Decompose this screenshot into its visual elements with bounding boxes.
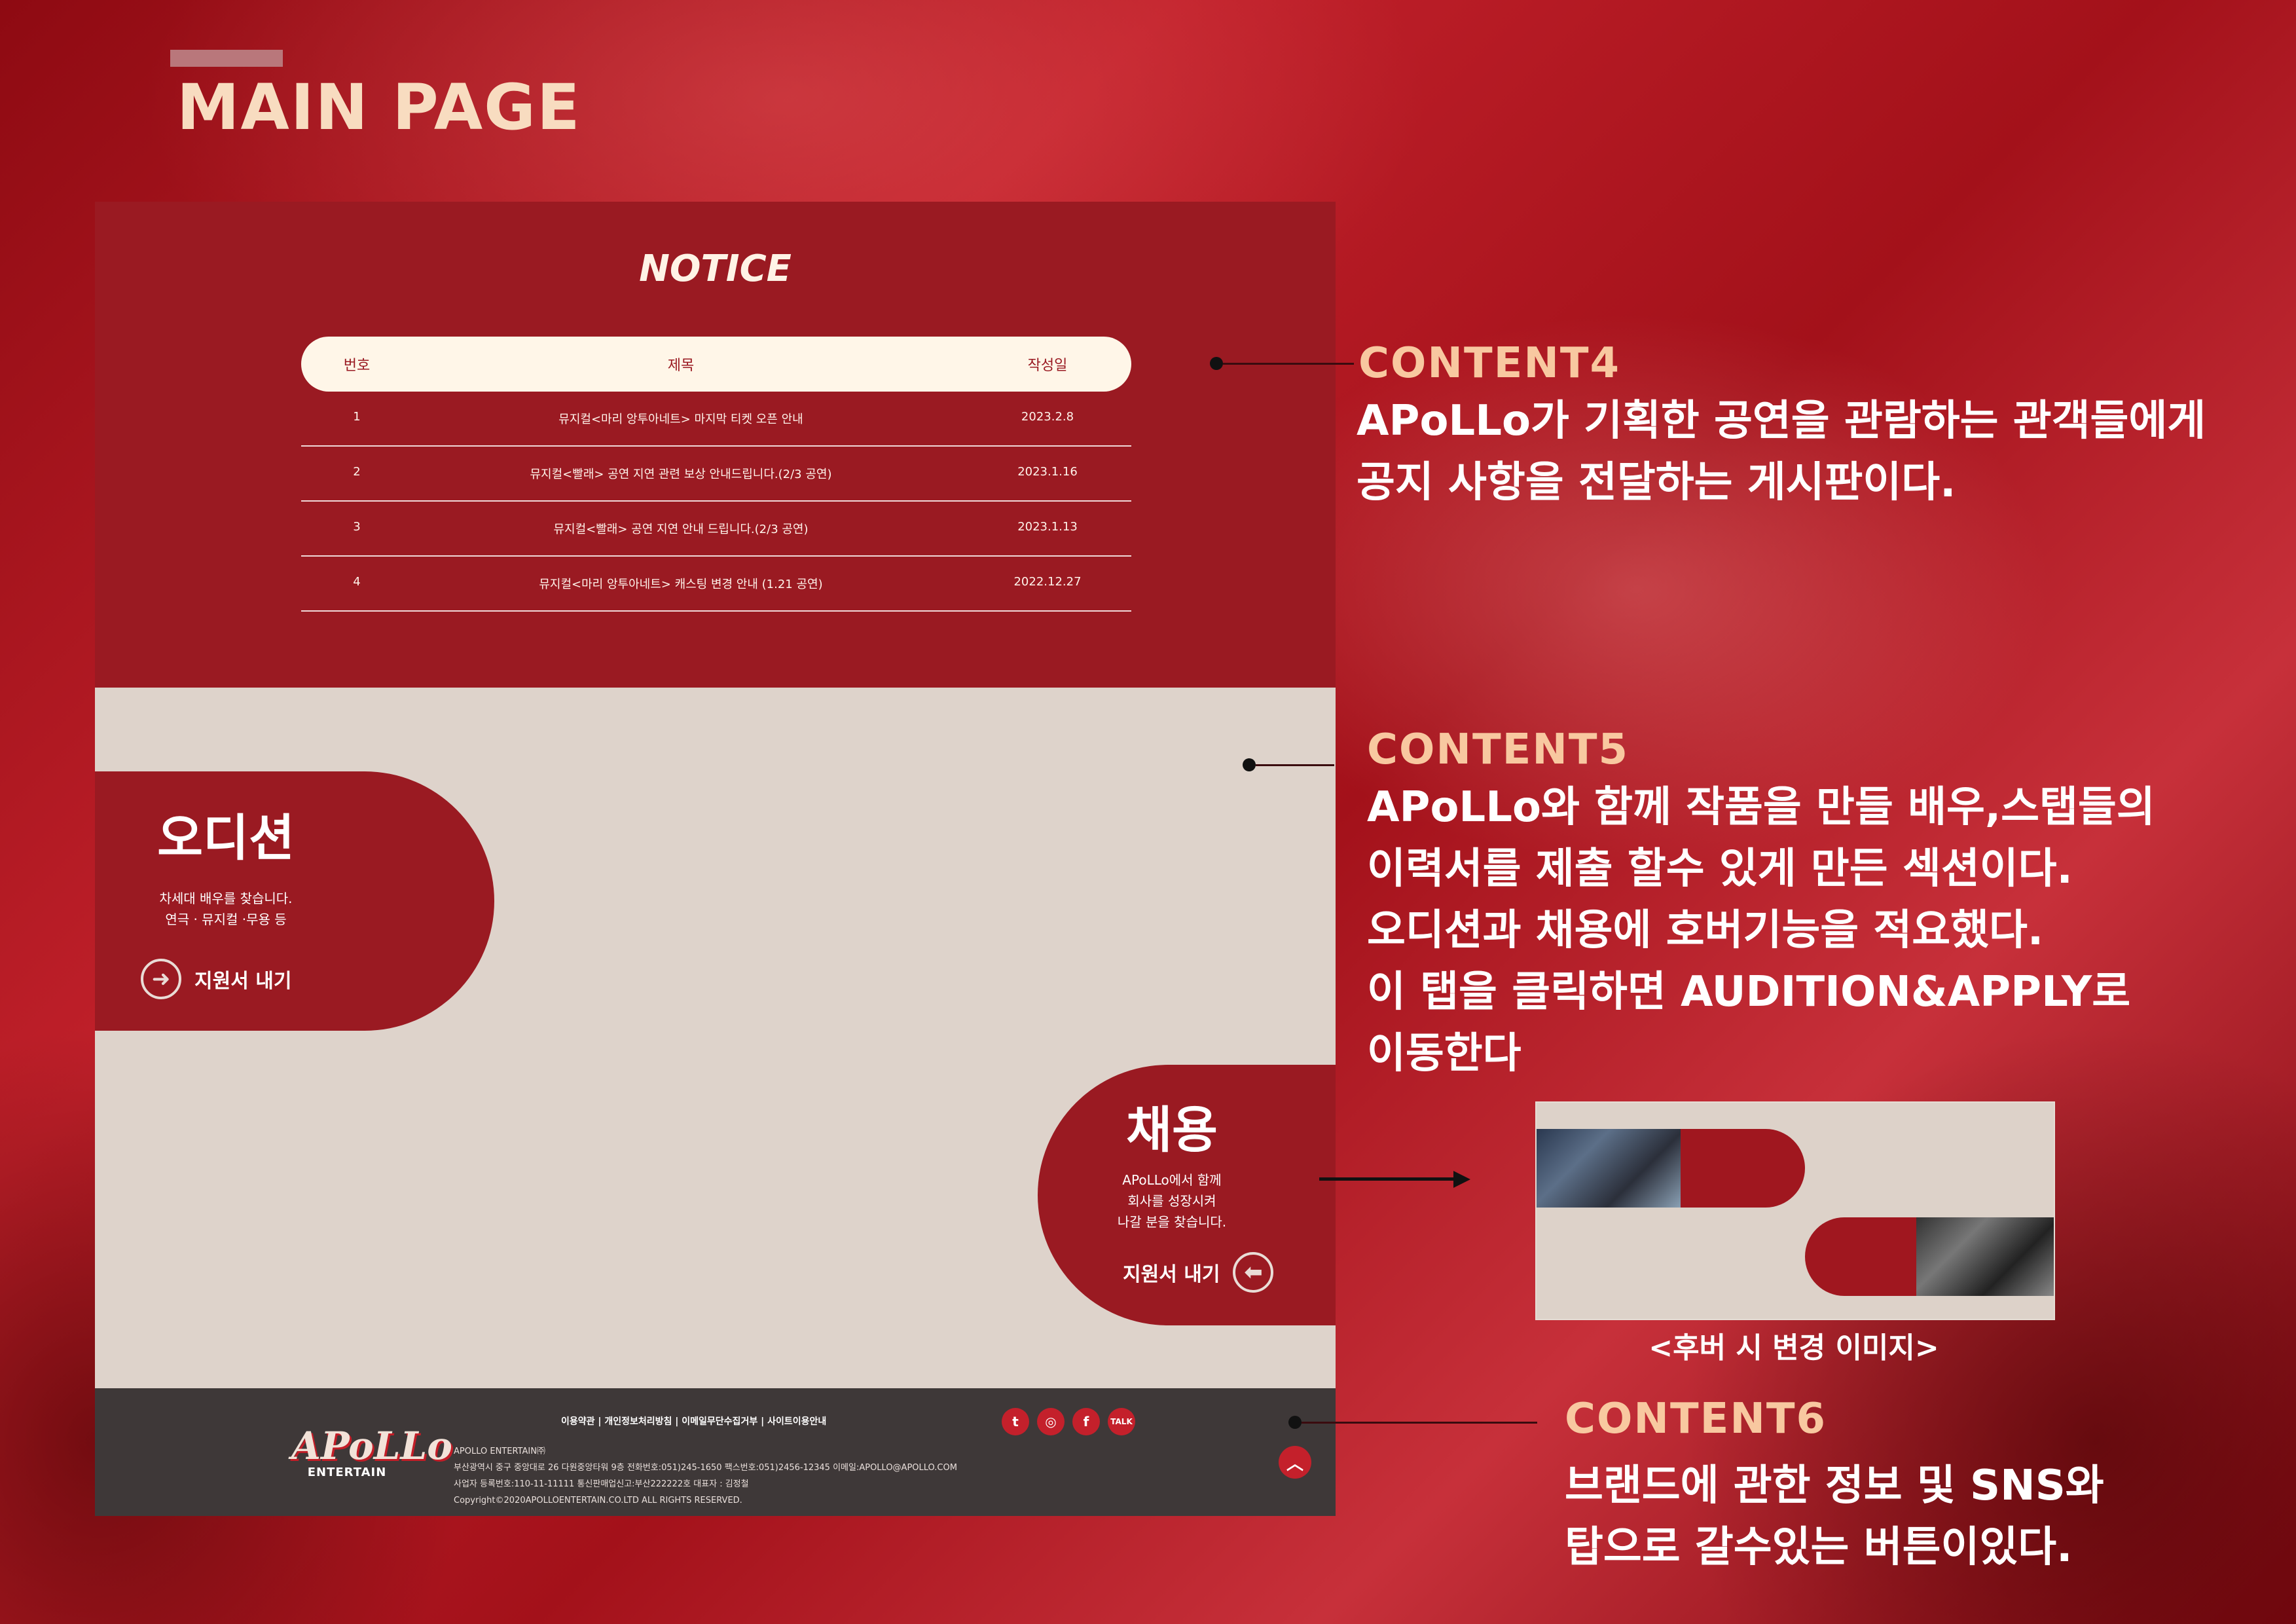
twitter-icon[interactable]: t (1002, 1408, 1029, 1435)
notice-section: NOTICE 번호 제목 작성일 1 뮤지컬<마리 앙투아네트> 마지막 티켓 … (95, 202, 1336, 688)
row-number: 3 (353, 520, 361, 534)
recruit-desc-line: APoLLo에서 함께 (1122, 1172, 1222, 1188)
annotation-line-content4 (1223, 363, 1354, 365)
row-title-link[interactable]: 뮤지컬<마리 앙투아네트> 마지막 티켓 오픈 안내 (432, 410, 930, 427)
row-title-link[interactable]: 뮤지컬<빨래> 공연 지연 관련 보상 안내드립니다.(2/3 공연) (432, 465, 930, 482)
notice-table-header: 번호 제목 작성일 (301, 337, 1131, 392)
hover-caption: <후버 시 변경 이미지> (1649, 1331, 1939, 1365)
logo-wordmark: APoLLo (291, 1424, 452, 1468)
audition-card[interactable]: 오디션 차세대 배우를 찾습니다. 연극 · 뮤지컬 ·무용 등 ➜ 지원서 내… (95, 771, 494, 1031)
recruit-apply-label: 지원서 내기 (1123, 1263, 1220, 1286)
annotation-line-content5 (1256, 764, 1334, 766)
row-number: 1 (353, 410, 361, 424)
company-address: 부산광역시 중구 중앙대로 26 다원중앙타워 9층 전화번호:051)245-… (454, 1463, 957, 1473)
row-date: 2022.12.27 (1013, 575, 1082, 589)
hover-recruit-pill (1805, 1217, 2054, 1296)
copyright: Copyright©2020APOLLOENTERTAIN.CO.LTD ALL… (454, 1496, 742, 1505)
content5-description: APoLLo와 함께 작품을 만들 배우,스탭들의 이력서를 제출 할수 있게 … (1367, 777, 2155, 1084)
column-header-number: 번호 (343, 358, 371, 374)
recruit-desc-line: 회사를 성장시켜 (1127, 1193, 1216, 1209)
recruit-description: APoLLo에서 함께 회사를 성장시켜 나갈 분을 찾습니다. (1038, 1170, 1336, 1232)
row-date: 2023.1.13 (1017, 520, 1078, 534)
company-name: APOLLO ENTERTAIN㈜ (454, 1447, 545, 1456)
content5-line: 이력서를 제출 할수 있게 만든 섹션이다. (1367, 845, 2073, 893)
chevron-up-icon[interactable]: ︿ (1279, 1446, 1311, 1479)
footer: 이용약관 | 개인정보처리방침 | 이메일무단수집거부 | 사이트이용안내 AP… (95, 1388, 1336, 1516)
main-page-mockup: NOTICE 번호 제목 작성일 1 뮤지컬<마리 앙투아네트> 마지막 티켓 … (95, 202, 1336, 1516)
content5-line: 이동한다 (1367, 1029, 1522, 1078)
arrow-left-icon: ⬅ (1233, 1252, 1274, 1293)
row-date: 2023.2.8 (1021, 410, 1074, 424)
recruit-apply-button[interactable]: 지원서 내기 ⬅ (1123, 1249, 1274, 1295)
arrow-right-icon: ➜ (141, 959, 181, 999)
footer-links[interactable]: 이용약관 | 개인정보처리방침 | 이메일무단수집거부 | 사이트이용안내 (561, 1414, 826, 1428)
hover-audition-pill (1537, 1129, 1805, 1208)
table-row[interactable]: 3 뮤지컬<빨래> 공연 지연 안내 드립니다.(2/3 공연) 2023.1.… (301, 502, 1131, 557)
audition-title: 오디션 (157, 809, 295, 867)
annotation-dot-content6 (1288, 1416, 1302, 1429)
recruit-desc-line: 나갈 분을 찾습니다. (1117, 1214, 1227, 1230)
hover-preview-image (1535, 1101, 2055, 1320)
audition-apply-label: 지원서 내기 (194, 970, 292, 993)
page-title: MAIN PAGE (177, 71, 581, 144)
footer-logo[interactable]: APoLLo ENTERTAIN (291, 1424, 452, 1479)
content6-line: 탑으로 갈수있는 버튼이있다. (1565, 1523, 2073, 1572)
content4-line: 공지 사항을 전달하는 게시판이다. (1357, 458, 1956, 507)
content5-line: 이 탭을 클릭하면 AUDITION&APPLY로 (1367, 968, 2131, 1016)
recruit-title: 채용 (1126, 1101, 1218, 1159)
audition-apply-button[interactable]: ➜ 지원서 내기 (141, 956, 291, 1002)
content6-description: 브랜드에 관한 정보 및 SNS와 탑으로 갈수있는 버튼이있다. (1565, 1455, 2104, 1578)
content5-line: 오디션과 채용에 호버기능을 적요했다. (1367, 906, 2044, 955)
row-date: 2023.1.16 (1017, 465, 1078, 479)
title-accent-bar (170, 50, 283, 67)
hover-arrow-head (1453, 1171, 1470, 1188)
company-registration: 사업자 등록번호:110-11-11111 통신판매업신고:부산222222호 … (454, 1479, 749, 1489)
annotation-dot-content5 (1243, 758, 1256, 771)
content4-description: APoLLo가 기획한 공연을 관람하는 관객들에게 공지 사항을 전달하는 게… (1357, 390, 2206, 513)
audition-desc-line: 차세대 배우를 찾습니다. (159, 891, 293, 906)
row-number: 4 (353, 575, 361, 589)
row-title-link[interactable]: 뮤지컬<마리 앙투아네트> 캐스팅 변경 안내 (1.21 공연) (432, 575, 930, 592)
facebook-icon[interactable]: f (1072, 1408, 1100, 1435)
notice-title: NOTICE (639, 248, 792, 290)
sns-links: t ◎ f TALK (1002, 1408, 1135, 1435)
row-number: 2 (353, 465, 361, 479)
annotation-dot-content4 (1210, 357, 1223, 370)
kakaotalk-icon[interactable]: TALK (1108, 1408, 1135, 1435)
audition-desc-line: 연극 · 뮤지컬 ·무용 등 (165, 912, 287, 927)
column-header-title: 제목 (667, 358, 695, 374)
recruit-card[interactable]: 채용 APoLLo에서 함께 회사를 성장시켜 나갈 분을 찾습니다. 지원서 … (1038, 1065, 1336, 1325)
row-title-link[interactable]: 뮤지컬<빨래> 공연 지연 안내 드립니다.(2/3 공연) (432, 520, 930, 537)
table-row[interactable]: 1 뮤지컬<마리 앙투아네트> 마지막 티켓 오픈 안내 2023.2.8 (301, 392, 1131, 447)
audition-description: 차세대 배우를 찾습니다. 연극 · 뮤지컬 ·무용 등 (95, 888, 363, 930)
table-row[interactable]: 2 뮤지컬<빨래> 공연 지연 관련 보상 안내드립니다.(2/3 공연) 20… (301, 447, 1131, 502)
content4-line: APoLLo가 기획한 공연을 관람하는 관객들에게 (1357, 397, 2206, 445)
column-header-date: 작성일 (1027, 358, 1068, 374)
hover-audition-photo (1537, 1129, 1681, 1208)
logo-subtitle: ENTERTAIN (307, 1466, 387, 1479)
content6-line: 브랜드에 관한 정보 및 SNS와 (1565, 1462, 2104, 1510)
content6-heading: CONTENT6 (1565, 1395, 1827, 1443)
content5-heading: CONTENT5 (1367, 726, 1630, 774)
content5-line: APoLLo와 함께 작품을 만들 배우,스탭들의 (1367, 783, 2155, 832)
hover-recruit-photo (1916, 1217, 2054, 1296)
table-row[interactable]: 4 뮤지컬<마리 앙투아네트> 캐스팅 변경 안내 (1.21 공연) 2022… (301, 557, 1131, 612)
content4-heading: CONTENT4 (1358, 339, 1621, 388)
hover-arrow-line (1319, 1177, 1457, 1181)
annotation-line-content6 (1302, 1422, 1537, 1424)
footer-company-info: APOLLO ENTERTAIN㈜ 부산광역시 중구 중앙대로 26 다원중앙타… (454, 1443, 957, 1509)
instagram-icon[interactable]: ◎ (1037, 1408, 1065, 1435)
